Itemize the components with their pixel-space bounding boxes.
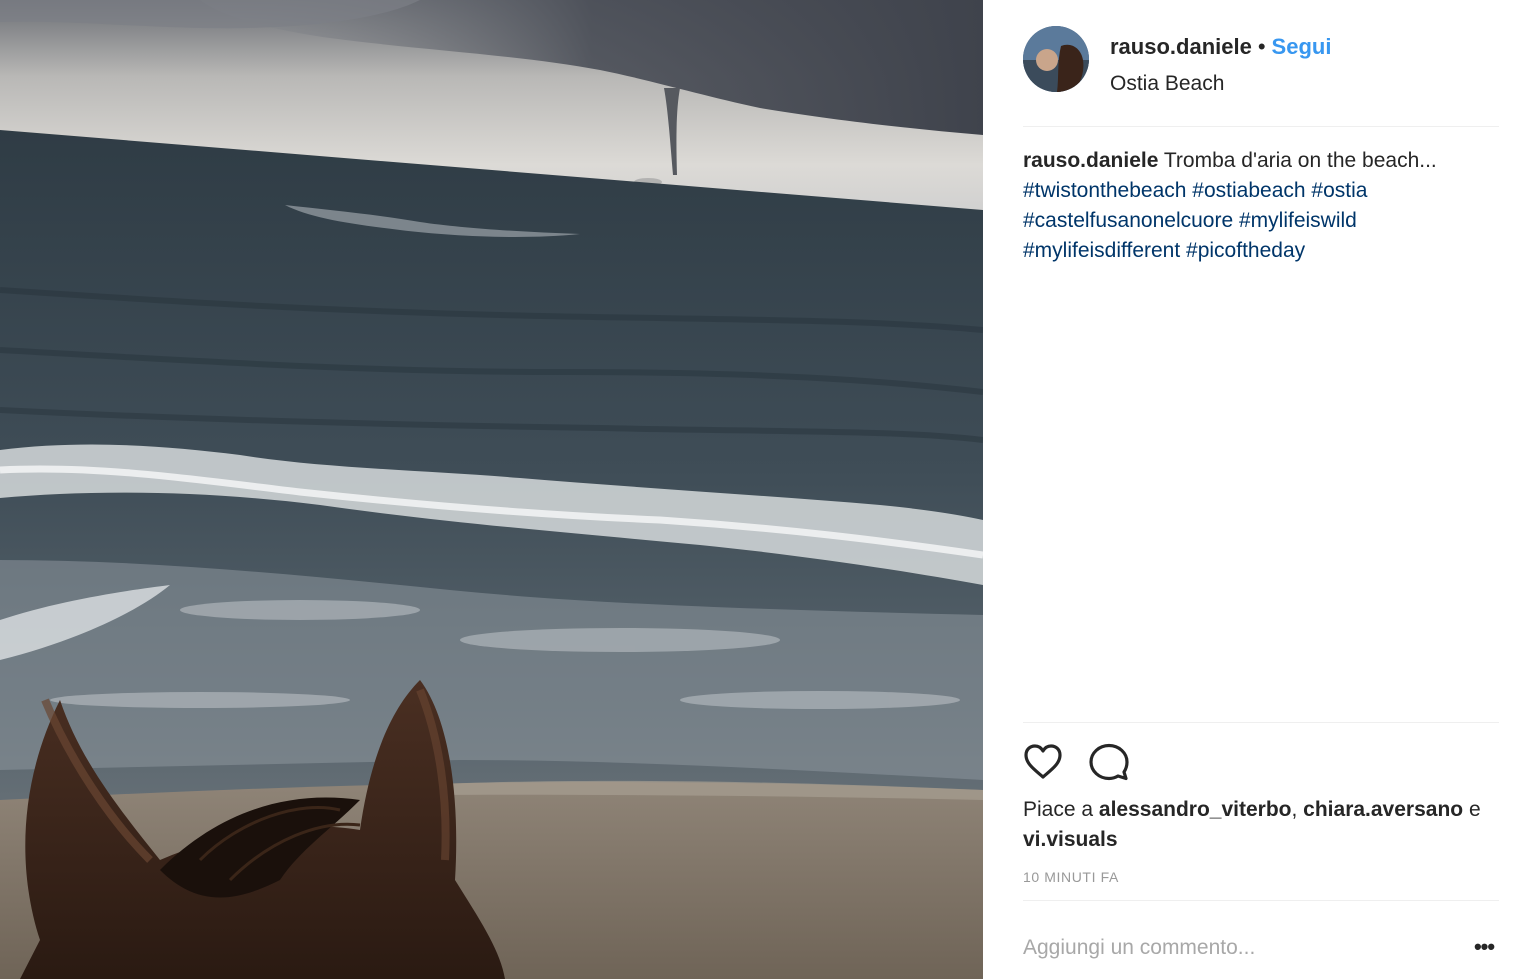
likes-line: Piace a alessandro_viterbo, chiara.avers… (1023, 795, 1503, 855)
liker-link[interactable]: alessandro_viterbo (1099, 798, 1292, 821)
username-link[interactable]: rauso.daniele (1110, 34, 1252, 59)
avatar[interactable] (1023, 26, 1089, 92)
more-options-icon[interactable]: ••• (1469, 932, 1499, 962)
liker-link[interactable]: chiara.aversano (1303, 798, 1463, 821)
hashtag-link[interactable]: #mylifeisdifferent (1023, 239, 1180, 262)
hashtag-link[interactable]: #ostiabeach (1192, 179, 1305, 202)
comment-divider (1023, 900, 1499, 901)
hashtag-link[interactable]: #ostia (1311, 179, 1367, 202)
location-link[interactable]: Ostia Beach (1110, 72, 1224, 96)
header-divider (1023, 126, 1499, 127)
follow-button[interactable]: Segui (1272, 34, 1332, 59)
hashtag-link[interactable]: #picoftheday (1186, 239, 1305, 262)
separator-dot: • (1257, 34, 1266, 59)
caption-text: Tromba d'aria on the beach... (1163, 149, 1437, 172)
likes-comma: , (1291, 798, 1298, 821)
instagram-post: rauso.daniele • Segui Ostia Beach rauso.da… (0, 0, 1531, 979)
post-header: rauso.daniele • Segui Ostia Beach (1023, 26, 1499, 126)
post-side-panel: rauso.daniele • Segui Ostia Beach rauso.da… (983, 0, 1531, 979)
hashtag-link[interactable]: #twistonthebeach (1023, 179, 1186, 202)
comment-input[interactable] (1023, 928, 1443, 968)
hashtag-link[interactable]: #castelfusanonelcuore (1023, 209, 1233, 232)
heart-icon[interactable] (1021, 740, 1065, 784)
caption-username[interactable]: rauso.daniele (1023, 149, 1158, 172)
hashtag-link[interactable]: #mylifeiswild (1239, 209, 1357, 232)
actions-divider (1023, 722, 1499, 723)
comment-row: ••• (1023, 918, 1499, 978)
action-bar (1021, 740, 1221, 784)
user-line: rauso.daniele • Segui (1110, 34, 1331, 60)
liker-link[interactable]: vi.visuals (1023, 828, 1118, 851)
likes-conjunction: e (1468, 798, 1481, 821)
likes-prefix: Piace a (1023, 798, 1094, 821)
post-timestamp[interactable]: 10 MINUTI FA (1023, 869, 1119, 885)
comment-bubble-icon[interactable] (1087, 740, 1131, 784)
post-photo[interactable] (0, 0, 983, 979)
caption: rauso.daniele Tromba d'aria on the beach… (1023, 146, 1499, 266)
